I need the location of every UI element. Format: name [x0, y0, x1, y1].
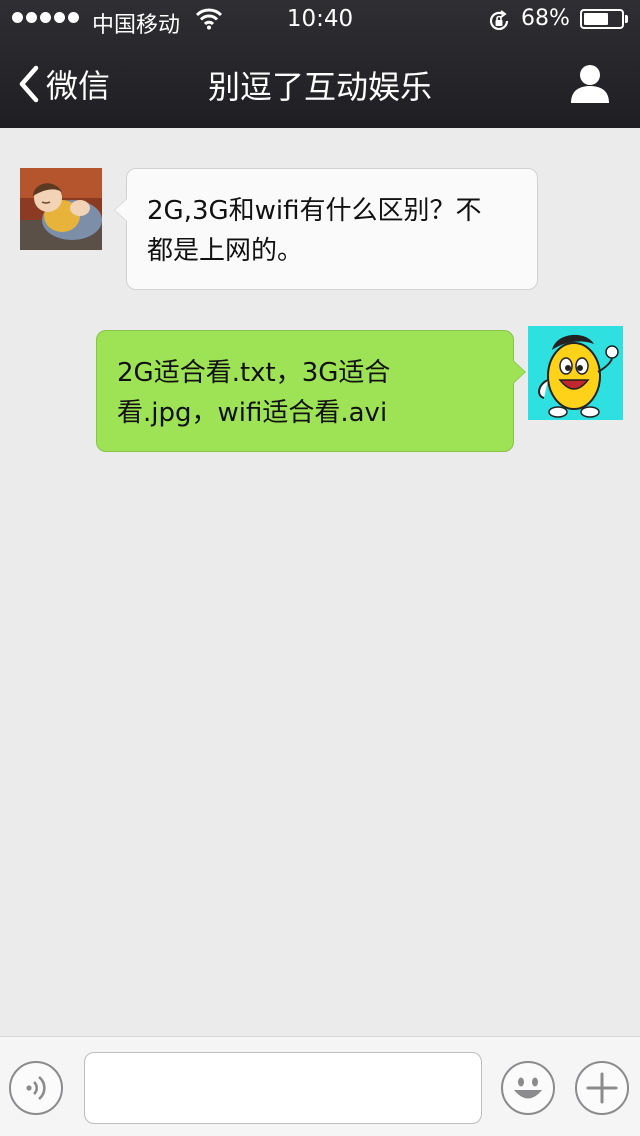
voice-button[interactable] [9, 1061, 63, 1115]
more-button[interactable] [575, 1061, 629, 1115]
battery-tip [625, 15, 628, 23]
emoji-icon [514, 1077, 542, 1099]
emoji-button[interactable] [501, 1061, 555, 1115]
incoming-message-bubble[interactable]: 2G,3G和wifi有什么区别？不 都是上网的。 [114, 168, 538, 290]
message-text-line: 看.jpg，wifi适合看.avi [117, 398, 388, 428]
chat-screen: 中国移动 10:40 68% 微信 别逗了互动娱乐 2G,3G和wifi有什么区… [0, 0, 640, 1136]
my-avatar[interactable] [528, 326, 623, 420]
contact-avatar[interactable] [20, 168, 102, 250]
message-text-line: 都是上网的。 [147, 236, 304, 266]
chat-title: 别逗了互动娱乐 [207, 68, 432, 106]
voice-icon [26, 1075, 46, 1101]
rotation-lock-icon [487, 9, 511, 39]
bubble-tail [513, 361, 525, 383]
plus-icon [586, 1072, 618, 1104]
outgoing-message-bubble[interactable]: 2G适合看.txt，3G适合 看.jpg，wifi适合看.avi [96, 330, 526, 452]
message-text-line: 2G,3G和wifi有什么区别？不 [147, 196, 482, 226]
message-input-bar [0, 1036, 640, 1136]
bubble-tail [115, 199, 127, 221]
battery-percent: 68% [521, 6, 570, 31]
top-bar: 中国移动 10:40 68% 微信 别逗了互动娱乐 [0, 0, 640, 128]
status-bar: 中国移动 10:40 68% [0, 0, 640, 40]
navigation-bar: 微信 别逗了互动娱乐 [0, 40, 640, 128]
message-text-line: 2G适合看.txt，3G适合 [117, 358, 391, 388]
person-icon [571, 65, 609, 103]
chat-info-button[interactable] [568, 62, 612, 106]
message-text-input[interactable] [84, 1052, 482, 1124]
battery-icon [580, 9, 624, 29]
battery-level-fill [584, 13, 609, 25]
